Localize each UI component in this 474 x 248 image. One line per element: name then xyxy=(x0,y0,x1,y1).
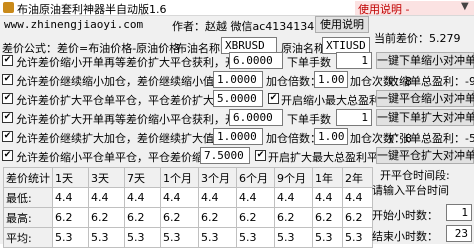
schedule-hint: 请输入平台时间 xyxy=(372,184,449,197)
title-bar: 布油原油套利神器半自动版1.6 使用说明 - ▼ xyxy=(0,0,474,16)
stats-cell: 6.2 xyxy=(124,207,161,228)
rule-1-value-field[interactable]: 6.0000 xyxy=(229,52,283,69)
rule-5-mult-field[interactable]: 1.00 xyxy=(314,128,348,145)
stats-cell: 6.2 xyxy=(88,207,125,228)
stats-cell: 6.2 xyxy=(160,207,199,228)
end-hour-label: 结束小时数： xyxy=(372,230,438,243)
rule-3-checkbox[interactable]: ✔ xyxy=(2,93,13,104)
stats-cell: 4.4 xyxy=(124,187,161,208)
stats-header-row: 差价统计 1天 3天 7天 1个月 3个月 6个月 9个月 1年 2年 xyxy=(3,167,373,188)
rule-2-mult-label: 加仓倍数： xyxy=(266,75,321,88)
help-strip[interactable]: 使用说明 - ▼ xyxy=(355,1,474,16)
stats-header-cell: 3个月 xyxy=(198,167,237,188)
stats-cell: 4.4 xyxy=(236,187,275,208)
stats-cell: 5.3 xyxy=(88,227,125,248)
schedule-title: 开平仓时间段: xyxy=(380,169,450,182)
stats-cell: 4.4 xyxy=(88,187,125,208)
stats-cell: 5.3 xyxy=(274,227,313,248)
rule-4-lots-label: 下单手数 xyxy=(287,113,331,126)
help-button[interactable]: 使用说明 xyxy=(315,16,369,33)
close-expand-hedge-button[interactable]: 一键平仓扩大对冲单 xyxy=(376,147,474,164)
spread-stats-table: 差价统计 1天 3天 7天 1个月 3个月 6个月 9个月 1年 2年 最低: 4… xyxy=(3,167,373,248)
start-hour-field[interactable]: 1 xyxy=(446,204,472,221)
stats-header-cell: 3天 xyxy=(88,167,125,188)
stats-cell: 5.3 xyxy=(236,227,275,248)
rule-1-lots-field[interactable]: 1 xyxy=(336,52,372,69)
rule-6-checkbox[interactable]: ✔ xyxy=(2,150,13,161)
app-icon xyxy=(3,2,14,13)
stats-row-label: 平均: xyxy=(3,227,53,248)
rule-1-lots-label: 下单手数 xyxy=(287,56,331,69)
rule-3-text: 允许差价扩大平仓单平仓，平仓差价扩大值： xyxy=(16,94,236,107)
stats-cell: 4.4 xyxy=(312,187,343,208)
stats-row: 平均: 5.3 5.3 5.3 5.3 5.3 5.3 5.3 5.3 5.3 xyxy=(3,227,373,248)
end-hour-field[interactable]: 23 xyxy=(446,225,472,242)
rule-2-mult-field[interactable]: 1.00 xyxy=(314,71,348,88)
stats-header-cell: 1天 xyxy=(52,167,89,188)
rule-5-text: 允许差价继续扩大加仓，差价继续扩大值： xyxy=(16,132,225,145)
rule-5-value-field[interactable]: 1.0000 xyxy=(213,128,263,145)
chevron-down-icon: ▼ xyxy=(461,1,469,12)
open-expand-hedge-button[interactable]: 一键下单扩大对冲单 xyxy=(376,109,474,126)
stats-cell: 6.2 xyxy=(198,207,237,228)
close-shrink-hedge-button[interactable]: 一键平仓缩小对冲单 xyxy=(376,90,474,107)
rule-5-mult-label: 加仓倍数： xyxy=(266,132,321,145)
stats-cell: 4.4 xyxy=(198,187,237,208)
rule-1-checkbox[interactable]: ✔ xyxy=(2,55,13,66)
stats-cell: 6.2 xyxy=(236,207,275,228)
stats-header-cell: 7天 xyxy=(124,167,161,188)
stats-cell: 6.2 xyxy=(312,207,343,228)
stats-cell: 5.3 xyxy=(198,227,237,248)
stats-cell: 4.4 xyxy=(274,187,313,208)
stats-row-label: 最高: xyxy=(3,207,53,228)
rule-6-maxprofit-label: 开启扩大最大总盈利平仓 xyxy=(268,151,389,164)
help-strip-label: 使用说明 - xyxy=(358,3,410,16)
stats-cell: 4.4 xyxy=(342,187,373,208)
author-info: 作者：赵越 微信ac4134134 xyxy=(172,20,315,33)
rule-2-checkbox[interactable]: ✔ xyxy=(2,74,13,85)
shrink-total-profit: 收缩单总盈利：-9.2 xyxy=(388,75,474,88)
rule-6-text: 允许差价缩小平仓单平仓，平仓差价缩小值 xyxy=(16,151,225,164)
stats-row: 最低: 4.4 4.4 4.4 4.4 4.4 4.4 4.4 4.4 4.4 xyxy=(3,187,373,208)
rule-5-checkbox[interactable]: ✔ xyxy=(2,131,13,142)
stats-row: 最高: 6.2 6.2 6.2 6.2 6.2 6.2 6.2 6.2 6.2 xyxy=(3,207,373,228)
rule-2-value-field[interactable]: 1.0000 xyxy=(213,71,263,88)
stats-cell: 6.2 xyxy=(274,207,313,228)
expand-total-profit: 扩张单总盈利：-5.2 xyxy=(388,132,474,145)
rule-4-checkbox[interactable]: ✔ xyxy=(2,112,13,123)
stats-header-cell: 1个月 xyxy=(160,167,199,188)
rule-6-maxprofit-checkbox[interactable]: ✔ xyxy=(255,150,266,161)
window-title: 布油原油套利神器半自动版1.6 xyxy=(17,3,167,16)
stats-cell: 4.4 xyxy=(52,187,89,208)
current-spread: 当前差价：5.279 xyxy=(374,32,461,45)
stats-cell: 5.3 xyxy=(342,227,373,248)
rule-6-value-field[interactable]: 7.5000 xyxy=(200,147,250,164)
open-shrink-hedge-button[interactable]: 一键下单缩小对冲单 xyxy=(376,52,474,69)
site-url: www.zhinengjiaoyi.com xyxy=(4,18,144,31)
rule-3-maxprofit-checkbox[interactable]: ✔ xyxy=(268,93,279,104)
stats-cell: 5.3 xyxy=(52,227,89,248)
rule-3-value-field[interactable]: 5.0000 xyxy=(213,90,263,107)
stats-cell: 5.3 xyxy=(312,227,343,248)
stats-header-cell: 6个月 xyxy=(236,167,275,188)
stats-header-cell: 1年 xyxy=(312,167,343,188)
app-window: 布油原油套利神器半自动版1.6 使用说明 - ▼ www.zhinengjiao… xyxy=(0,0,474,248)
rule-2-text: 允许差价继续缩小加仓，差价继续缩小值： xyxy=(16,75,225,88)
stats-header-cell: 2年 xyxy=(342,167,373,188)
stats-cell: 5.3 xyxy=(160,227,199,248)
rule-4-value-field[interactable]: 6.0000 xyxy=(229,109,283,126)
stats-header-cell: 9个月 xyxy=(274,167,313,188)
stats-header-cell: 差价统计 xyxy=(3,167,53,188)
rule-4-lots-field[interactable]: 1 xyxy=(336,109,372,126)
stats-row-label: 最低: xyxy=(3,187,53,208)
start-hour-label: 开始小时数： xyxy=(372,209,438,222)
stats-cell: 6.2 xyxy=(342,207,373,228)
stats-cell: 6.2 xyxy=(52,207,89,228)
stats-cell: 5.3 xyxy=(124,227,161,248)
stats-cell: 4.4 xyxy=(160,187,199,208)
